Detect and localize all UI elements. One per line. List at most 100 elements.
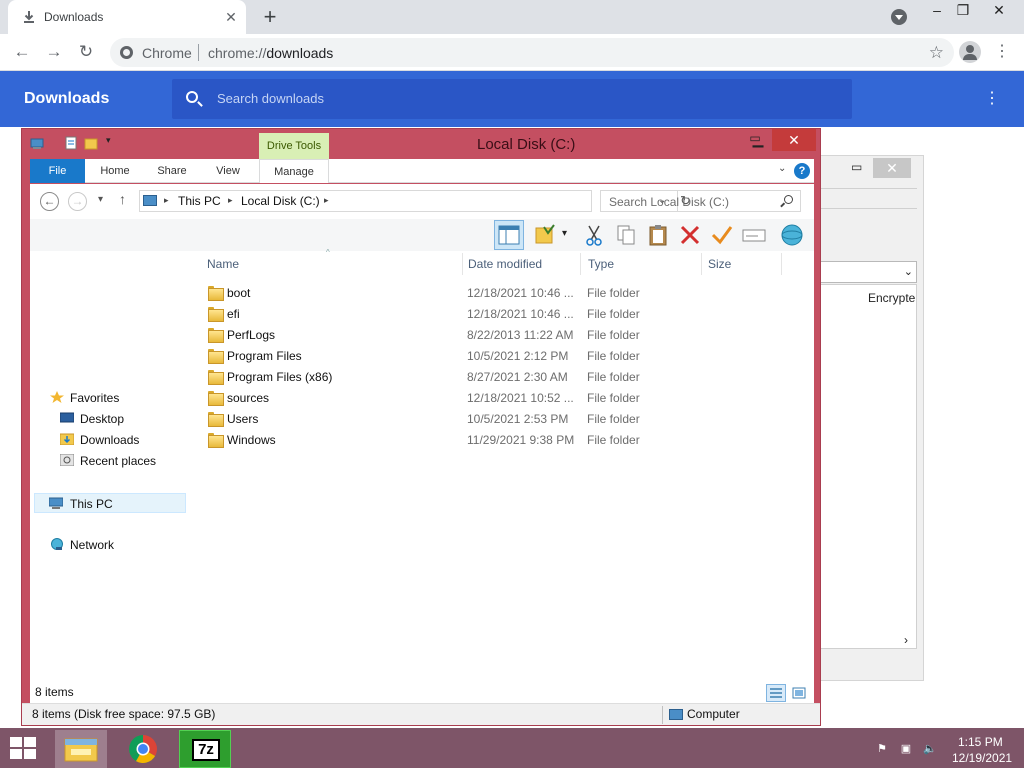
network-status-icon[interactable]: ▣ <box>898 742 914 756</box>
new-tab-button[interactable]: + <box>258 5 282 29</box>
explorer-close-button[interactable]: ✕ <box>772 129 816 151</box>
chrome-menu-icon[interactable]: ⋮ <box>994 41 1010 63</box>
breadcrumb-this-pc[interactable]: This PC <box>178 194 221 208</box>
bookmark-star-icon[interactable]: ☆ <box>929 43 944 63</box>
large-icons-view-icon[interactable] <box>789 684 809 702</box>
table-row[interactable]: PerfLogs 8/22/2013 11:22 AM File folder <box>204 325 804 346</box>
nav-network[interactable]: Network <box>70 535 114 555</box>
folder-options-dropdown-icon[interactable]: ▾ <box>562 228 567 239</box>
address-bar[interactable]: ▸ This PC ▸ Local Disk (C:) ▸ ⌄ ↻ <box>139 190 691 212</box>
network-globe-icon[interactable] <box>780 223 804 247</box>
breadcrumb-local-disk[interactable]: Local Disk (C:) <box>241 194 320 208</box>
search-downloads-input[interactable]: Search downloads <box>172 79 852 119</box>
profile-avatar-icon[interactable] <box>959 41 981 63</box>
zone-label: Computer <box>687 707 740 721</box>
file-date: 8/27/2021 2:30 AM <box>467 370 568 384</box>
qat-dropdown-icon[interactable]: ▾ <box>106 135 111 146</box>
nav-this-pc-label: This PC <box>70 497 113 511</box>
reload-icon[interactable]: ↻ <box>74 40 98 64</box>
window-close-button[interactable]: ✕ <box>982 0 1016 20</box>
nav-desktop[interactable]: Desktop <box>80 409 124 429</box>
window-restore-button[interactable]: ❐ <box>946 0 980 20</box>
tab-file[interactable]: File <box>30 159 85 183</box>
tab-share[interactable]: Share <box>148 159 196 183</box>
address-bar[interactable]: Chrome chrome://downloads ☆ <box>110 38 954 67</box>
column-name[interactable]: Name <box>207 257 239 271</box>
search-input[interactable]: Search Local Disk (C:) <box>600 190 801 212</box>
table-row[interactable]: efi 12/18/2021 10:46 ... File folder <box>204 304 804 325</box>
table-row[interactable]: Program Files 10/5/2021 2:12 PM File fol… <box>204 346 804 367</box>
copy-icon[interactable] <box>614 223 638 247</box>
table-row[interactable]: Program Files (x86) 8/27/2021 2:30 AM Fi… <box>204 367 804 388</box>
preview-pane-icon[interactable] <box>494 220 524 250</box>
table-row[interactable]: Users 10/5/2021 2:53 PM File folder <box>204 409 804 430</box>
column-divider[interactable] <box>580 253 581 275</box>
cut-icon[interactable] <box>582 223 606 247</box>
windows-start-icon[interactable] <box>10 737 38 761</box>
tab-close-icon[interactable]: ✕ <box>222 8 240 26</box>
column-size[interactable]: Size <box>708 257 731 271</box>
back-icon[interactable]: ← <box>10 40 34 64</box>
scroll-right-icon[interactable]: › <box>904 633 908 647</box>
clock-time[interactable]: 1:15 PM <box>958 735 1003 749</box>
forward-icon[interactable]: → <box>68 192 87 211</box>
up-icon[interactable]: ↑ <box>119 191 126 207</box>
column-date-modified[interactable]: Date modified <box>468 257 542 271</box>
breadcrumb-separator-icon[interactable]: ▸ <box>324 195 329 206</box>
file-name: boot <box>227 286 251 300</box>
breadcrumb-separator-icon[interactable]: ▸ <box>228 195 233 206</box>
volume-muted-icon[interactable]: 🔈 <box>922 742 938 756</box>
network-icon <box>51 538 63 550</box>
checkmark-icon[interactable] <box>710 223 734 247</box>
taskbar-7zip[interactable]: 7z <box>179 730 231 768</box>
tab-view[interactable]: View <box>206 159 250 183</box>
nav-favorites[interactable]: Favorites <box>70 388 119 408</box>
delete-icon[interactable] <box>678 223 702 247</box>
chrome-icon <box>129 735 157 763</box>
clock-date[interactable]: 12/19/2021 <box>952 751 1012 765</box>
favorites-star-icon <box>50 391 64 403</box>
ribbon-expand-icon[interactable]: ⌄ <box>778 163 786 174</box>
file-name: Users <box>227 412 259 426</box>
file-date: 10/5/2021 2:53 PM <box>467 412 569 426</box>
column-type[interactable]: Type <box>588 257 614 271</box>
new-folder-icon[interactable] <box>84 136 98 150</box>
nav-this-pc[interactable]: This PC <box>34 493 186 513</box>
paste-icon[interactable] <box>646 223 670 247</box>
file-date: 11/29/2021 9:38 PM <box>467 433 575 447</box>
column-divider[interactable] <box>462 253 463 275</box>
bg-close-button[interactable]: ✕ <box>873 158 911 178</box>
file-type: File folder <box>587 433 640 447</box>
folder-options-icon[interactable] <box>534 223 558 247</box>
recent-locations-icon[interactable]: ▾ <box>98 194 103 205</box>
bg-minimize-button[interactable]: ▭ <box>851 160 862 174</box>
properties-icon[interactable] <box>64 136 78 150</box>
downloads-menu-icon[interactable]: ⋮ <box>984 89 1000 109</box>
action-center-flag-icon[interactable]: ⚑ <box>874 742 890 756</box>
nav-downloads[interactable]: Downloads <box>80 430 139 450</box>
tab-manage[interactable]: Manage <box>259 159 329 183</box>
forward-icon[interactable]: → <box>42 40 66 64</box>
file-date: 8/22/2013 11:22 AM <box>467 328 574 342</box>
search-icon <box>784 195 793 204</box>
table-row[interactable]: boot 12/18/2021 10:46 ... File folder <box>204 283 804 304</box>
taskbar-chrome[interactable] <box>117 730 169 768</box>
help-icon[interactable]: ? <box>794 163 810 179</box>
table-row[interactable]: sources 12/18/2021 10:52 ... File folder <box>204 388 804 409</box>
taskbar-file-explorer[interactable] <box>55 730 107 768</box>
tab-search-icon[interactable] <box>891 9 907 25</box>
details-view-icon[interactable] <box>766 684 786 702</box>
back-icon[interactable]: ← <box>40 192 59 211</box>
bg-dropdown[interactable]: ⌄ <box>819 261 917 283</box>
table-row[interactable]: Windows 11/29/2021 9:38 PM File folder <box>204 430 804 451</box>
nav-recent-places[interactable]: Recent places <box>80 451 156 471</box>
explorer-titlebar[interactable]: ▾ Drive Tools Local Disk (C:) ▁ ▭ ✕ <box>22 129 820 159</box>
explorer-maximize-button[interactable]: ▭ <box>744 131 766 149</box>
tab-home[interactable]: Home <box>92 159 138 183</box>
rename-icon[interactable] <box>742 223 766 247</box>
folder-icon <box>208 412 224 427</box>
column-divider[interactable] <box>781 253 782 275</box>
column-divider[interactable] <box>701 253 702 275</box>
breadcrumb-separator-icon[interactable]: ▸ <box>164 195 169 206</box>
tab-downloads[interactable]: Downloads ✕ <box>8 0 246 34</box>
